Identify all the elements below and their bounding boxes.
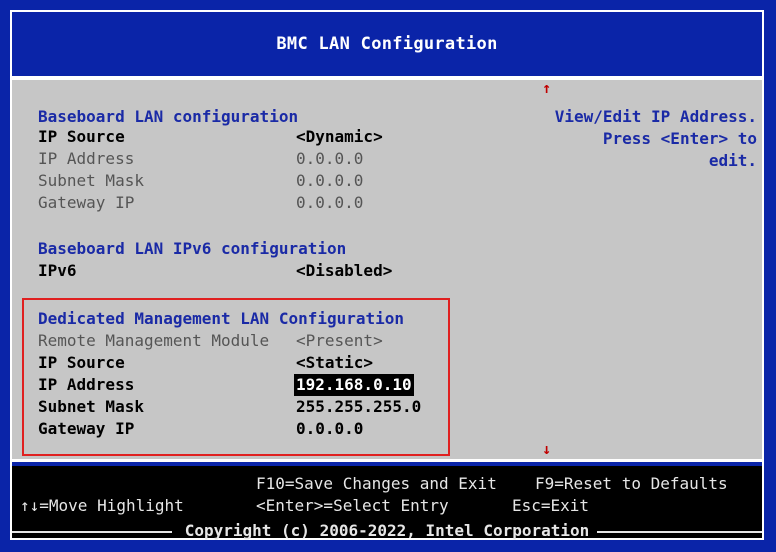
section-heading-dedicated: Dedicated Management LAN Configuration [38,309,405,328]
up-arrow-icon: ↑ [542,79,552,97]
key-hint-reset-defaults: F9=Reset to Defaults [535,474,728,493]
key-hint-select-entry: <Enter>=Select Entry [256,496,449,515]
settings-panel: ↑ View/Edit IP Address. Press <Enter> to… [12,76,762,462]
key-help-footer: F10=Save Changes and Exit F9=Reset to De… [12,462,762,540]
section-heading-ipv6: Baseboard LAN IPv6 configuration [38,239,347,258]
key-hint-save-exit: F10=Save Changes and Exit [256,474,497,493]
setting-label: IP Address [38,375,135,394]
setting-label: Gateway IP [38,419,135,438]
help-text-line-2: Press <Enter> to edit. [602,129,757,170]
setting-value: <Present> [296,331,383,350]
setting-value: 0.0.0.0 [296,171,364,190]
setting-label: Gateway IP [38,193,135,212]
help-text-line-1: View/Edit IP Address. [554,107,757,126]
setting-value[interactable]: <Disabled> [296,260,392,282]
copyright-text: Copyright (c) 2006-2022, Intel Corporati… [184,521,590,540]
key-hint-esc-exit: Esc=Exit [512,496,590,515]
setting-label: Subnet Mask [38,171,144,190]
page-title: BMC LAN Configuration [276,34,498,54]
setting-value: 0.0.0.0 [296,193,364,212]
setting-value[interactable]: <Dynamic> [296,126,383,148]
setting-value[interactable]: 0.0.0.0 [296,418,363,440]
setting-label: IPv6 [38,261,77,280]
setting-value[interactable]: <Static> [296,352,373,374]
title-bar: BMC LAN Configuration [10,10,764,76]
down-arrow-icon: ↓ [542,440,552,458]
setting-label: Remote Management Module [38,331,270,350]
setting-value: 0.0.0.0 [296,149,364,168]
setting-label: IP Address [38,149,135,168]
setting-value[interactable]: 255.255.255.0 [296,396,421,418]
section-heading-baseboard: Baseboard LAN configuration [38,107,299,126]
setting-label: IP Source [38,353,125,372]
setting-label: Subnet Mask [38,397,144,416]
key-hint-move-highlight: ↑↓=Move Highlight [20,496,184,515]
setting-value-selected[interactable]: 192.168.0.10 [294,374,414,396]
setting-label: IP Source [38,127,125,146]
